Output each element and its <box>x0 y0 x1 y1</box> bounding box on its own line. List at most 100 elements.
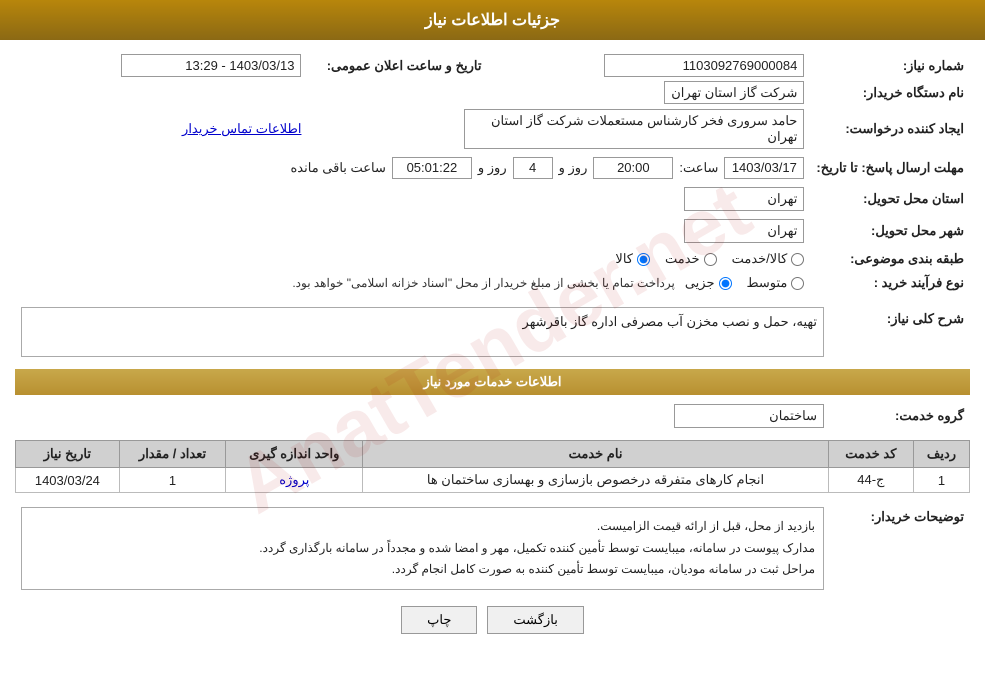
table-row: 1 ج-44 انجام کارهای متفرقه درخصوص بازساز… <box>16 468 970 493</box>
buyer-notes-table: توضیحات خریدار: بازدید از محل، قبل از ار… <box>15 503 970 594</box>
need-number-box: 1103092769000084 <box>604 54 804 77</box>
remaining-box: 05:01:22 <box>392 157 472 179</box>
service-group-box: ساختمان <box>674 404 824 428</box>
contact-link[interactable]: اطلاعات تماس خریدار <box>182 121 301 136</box>
contact-link-cell: اطلاعات تماس خریدار <box>15 105 307 153</box>
col-row-number: ردیف <box>914 441 970 468</box>
need-desc-box: تهیه، حمل و نصب مخزن آب مصرفی اداره گاز … <box>21 307 824 357</box>
col-service-code: کد خدمت <box>828 441 913 468</box>
category-radio-group: کالا/خدمت خدمت کالا <box>21 251 804 267</box>
radio-kala-khedmat[interactable]: کالا/خدمت <box>732 251 805 267</box>
need-desc-label: شرح کلی نیاز: <box>830 303 970 361</box>
row-category: طبقه بندی موضوعی: کالا/خدمت خدمت <box>15 247 970 271</box>
remaining-label: ساعت باقی مانده <box>290 160 385 176</box>
print-button[interactable]: چاپ <box>401 606 477 634</box>
radio-khedmat[interactable]: خدمت <box>665 251 717 267</box>
back-button[interactable]: بازگشت <box>487 606 583 634</box>
radio-kala-khedmat-label: کالا/خدمت <box>732 251 788 267</box>
buyer-notes-value: بازدید از محل، قبل از ارائه قیمت الزامیس… <box>15 503 830 594</box>
col-service-name: نام خدمت <box>363 441 828 468</box>
buyer-notes-label: توضیحات خریدار: <box>830 503 970 594</box>
row-delivery-province: استان محل تحویل: تهران <box>15 183 970 215</box>
col-date: تاریخ نیاز <box>16 441 120 468</box>
delivery-city-label: شهر محل تحویل: <box>810 215 970 247</box>
row-buyer-notes: توضیحات خریدار: بازدید از محل، قبل از ار… <box>15 503 970 594</box>
buyer-name-label: نام دستگاه خریدار: <box>810 81 970 105</box>
send-date-box: 1403/03/17 <box>724 157 804 179</box>
col-unit: واحد اندازه گیری <box>226 441 363 468</box>
announcement-date-box: 1403/03/13 - 13:29 <box>121 54 301 77</box>
delivery-city-value: تهران <box>15 215 810 247</box>
send-time-label: ساعت: <box>679 160 718 176</box>
category-label: طبقه بندی موضوعی: <box>810 247 970 271</box>
cell-quantity: 1 <box>119 468 226 493</box>
page-wrapper: جزئیات اطلاعات نیاز AnatTender.net شماره… <box>0 0 985 691</box>
delivery-province-box: تهران <box>684 187 804 211</box>
cell-service-name: انجام کارهای متفرقه درخصوص بازسازی و بهس… <box>363 468 828 493</box>
page-title: جزئیات اطلاعات نیاز <box>425 12 560 29</box>
buyer-name-value: شرکت گاز استان تهران <box>15 81 810 105</box>
radio-kala-input[interactable] <box>637 253 650 266</box>
col-quantity: تعداد / مقدار <box>119 441 226 468</box>
radio-khedmat-input[interactable] <box>704 253 717 266</box>
creator-box: حامد سروری فخر کارشناس مستعملات شرکت گاز… <box>464 109 804 149</box>
cell-row-number: 1 <box>914 468 970 493</box>
announcement-date-value: 1403/03/13 - 13:29 <box>15 50 307 81</box>
row-send-date: مهلت ارسال پاسخ: تا تاریخ: 1403/03/17 سا… <box>15 153 970 183</box>
buyer-notes-box: بازدید از محل، قبل از ارائه قیمت الزامیس… <box>21 507 824 590</box>
services-table-body: 1 ج-44 انجام کارهای متفرقه درخصوص بازساز… <box>16 468 970 493</box>
send-days-box: 4 <box>513 157 553 179</box>
radio-kala-label: کالا <box>615 251 633 267</box>
send-days-text: روز و <box>478 160 507 176</box>
date-flex: 1403/03/17 ساعت: 20:00 روز و 4 روز و 05:… <box>21 157 804 179</box>
procurement-text: پرداخت تمام یا بخشی از مبلغ خریدار از مح… <box>292 276 675 290</box>
radio-jozi-label: جزیی <box>685 275 715 291</box>
announcement-date-label: تاریخ و ساعت اعلان عمومی: <box>307 50 487 81</box>
radio-jozi-input[interactable] <box>719 277 732 290</box>
need-number-value: 1103092769000084 <box>487 50 810 81</box>
need-desc-table: شرح کلی نیاز: تهیه، حمل و نصب مخزن آب مص… <box>15 303 970 361</box>
need-desc-value: تهیه، حمل و نصب مخزن آب مصرفی اداره گاز … <box>15 303 830 361</box>
category-options: کالا/خدمت خدمت کالا <box>15 247 810 271</box>
send-date-label: مهلت ارسال پاسخ: تا تاریخ: <box>810 153 970 183</box>
notes-line: مراحل ثبت در سامانه مودیان، میبایست توسط… <box>30 559 815 581</box>
radio-jozi[interactable]: جزیی <box>685 275 732 291</box>
info-table: شماره نیاز: 1103092769000084 تاریخ و ساع… <box>15 50 970 295</box>
delivery-province-label: استان محل تحویل: <box>810 183 970 215</box>
main-content: AnatTender.net شماره نیاز: 1103092769000… <box>0 40 985 656</box>
cell-service-code: ج-44 <box>828 468 913 493</box>
radio-motavaset-input[interactable] <box>791 277 804 290</box>
creator-value: حامد سروری فخر کارشناس مستعملات شرکت گاز… <box>307 105 810 153</box>
notes-line: مدارک پیوست در سامانه، میبایست توسط تأمی… <box>30 538 815 560</box>
row-delivery-city: شهر محل تحویل: تهران <box>15 215 970 247</box>
service-group-table: گروه خدمت: ساختمان <box>15 400 970 432</box>
service-group-value: ساختمان <box>15 400 830 432</box>
send-days-label: روز و <box>559 160 588 176</box>
row-procurement: نوع فرآیند خرید : متوسط جزیی <box>15 271 970 295</box>
btn-row: بازگشت چاپ <box>15 606 970 634</box>
notes-line: بازدید از محل، قبل از ارائه قیمت الزامیس… <box>30 516 815 538</box>
radio-kala[interactable]: کالا <box>615 251 650 267</box>
page-header: جزئیات اطلاعات نیاز <box>0 0 985 40</box>
service-group-label: گروه خدمت: <box>830 400 970 432</box>
row-buyer-name: نام دستگاه خریدار: شرکت گاز استان تهران <box>15 81 970 105</box>
delivery-province-value: تهران <box>15 183 810 215</box>
procurement-flex: متوسط جزیی پرداخت تمام یا بخشی از مبلغ خ… <box>21 275 804 291</box>
services-section-header: اطلاعات خدمات مورد نیاز <box>15 369 970 395</box>
procurement-radio-group: متوسط جزیی <box>685 275 805 291</box>
cell-unit: پروژه <box>226 468 363 493</box>
send-time-box: 20:00 <box>593 157 673 179</box>
radio-motavaset-label: متوسط <box>747 275 788 291</box>
row-need-desc: شرح کلی نیاز: تهیه، حمل و نصب مخزن آب مص… <box>15 303 970 361</box>
services-table: ردیف کد خدمت نام خدمت واحد اندازه گیری ت… <box>15 440 970 493</box>
radio-motavaset[interactable]: متوسط <box>747 275 805 291</box>
buyer-name-box: شرکت گاز استان تهران <box>664 81 804 104</box>
send-date-row: 1403/03/17 ساعت: 20:00 روز و 4 روز و 05:… <box>15 153 810 183</box>
procurement-label: نوع فرآیند خرید : <box>810 271 970 295</box>
creator-label: ایجاد کننده درخواست: <box>810 105 970 153</box>
row-creator: ایجاد کننده درخواست: حامد سروری فخر کارش… <box>15 105 970 153</box>
radio-kala-khedmat-input[interactable] <box>791 253 804 266</box>
delivery-city-box: تهران <box>684 219 804 243</box>
radio-khedmat-label: خدمت <box>665 251 700 267</box>
need-number-label: شماره نیاز: <box>810 50 970 81</box>
